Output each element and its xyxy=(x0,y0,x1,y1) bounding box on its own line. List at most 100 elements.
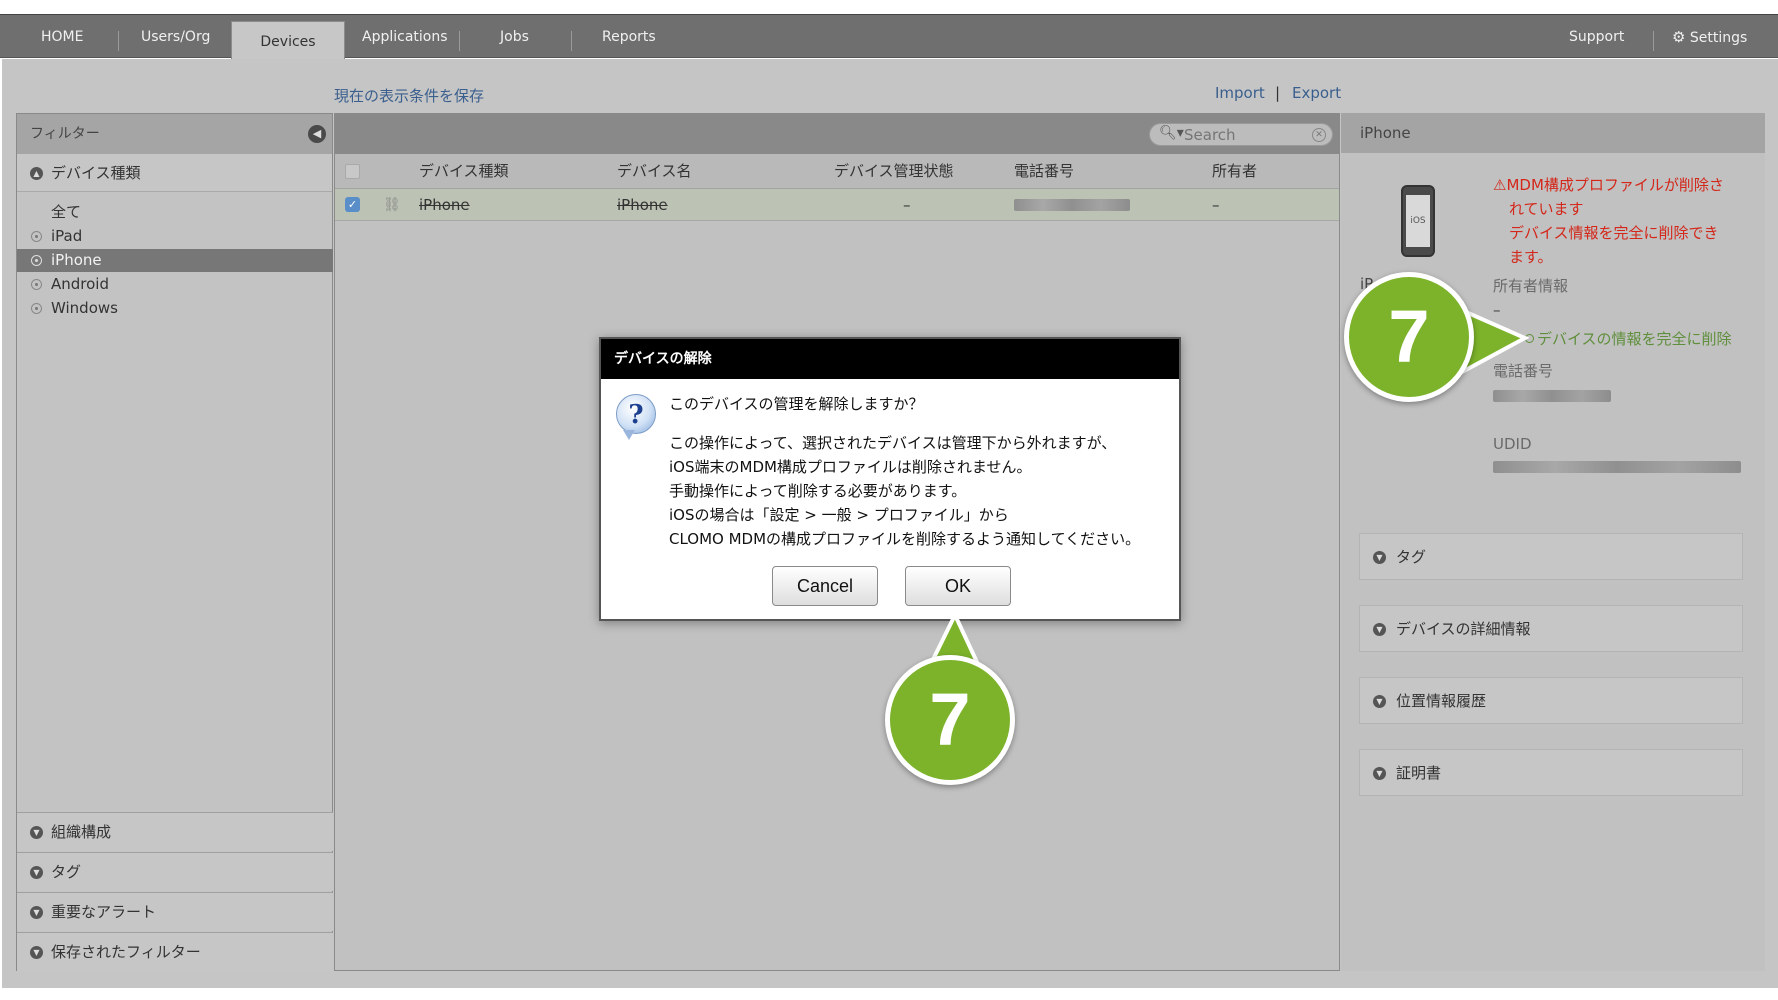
detail-title: iPhone xyxy=(1360,124,1411,142)
nav-jobs[interactable]: Jobs xyxy=(500,15,529,59)
chevron-down-icon: ▼ xyxy=(1373,551,1386,564)
detail-header: iPhone xyxy=(1341,113,1765,153)
dialog-message-line: iOSの場合は「設定 > 一般 > プロファイル」から xyxy=(669,506,1009,524)
chevron-down-icon: ▼ xyxy=(30,946,43,959)
filter-title: フィルター xyxy=(30,126,100,142)
accordion-label: 位置情報履歴 xyxy=(1396,692,1487,710)
release-device-dialog: デバイスの解除 ? このデバイスの管理を解除しますか？ この操作によって、選択さ… xyxy=(599,337,1181,621)
search-icon: 🔍︎▾ xyxy=(1159,125,1184,141)
dialog-message: この操作によって、選択されたデバイスは管理下から外れますが、 iOS端末のMDM… xyxy=(669,431,1174,551)
save-view-link[interactable]: 現在の表示条件を保存 xyxy=(334,85,484,106)
nav-home[interactable]: HOME xyxy=(41,15,83,59)
device-type-heading: デバイス種類 xyxy=(51,164,141,182)
filter-header: フィルター ◀ xyxy=(17,114,332,154)
chevron-down-icon: ▼ xyxy=(30,906,43,919)
ok-button[interactable]: OK xyxy=(905,566,1011,606)
dialog-message-line: 手動操作によって削除する必要があります。 xyxy=(669,482,967,500)
clear-icon[interactable]: ✕ xyxy=(1312,128,1326,142)
row-device-type: iPhone xyxy=(419,196,470,214)
nav-settings-label: Settings xyxy=(1689,30,1748,46)
accordion-tags[interactable]: ▼ タグ xyxy=(1359,533,1743,580)
radio-icon xyxy=(31,303,42,314)
nav-users-org[interactable]: Users/Org xyxy=(141,15,210,59)
warning-line: デバイス情報を完全に削除でき xyxy=(1509,224,1719,242)
filter-option-android[interactable]: Android xyxy=(17,273,333,296)
table-header: デバイス種類 デバイス名 デバイス管理状態 電話番号 所有者 xyxy=(335,154,1339,189)
nav-separator xyxy=(1653,31,1654,51)
warning-text: MDM構成プロファイルが削除さ xyxy=(1506,176,1724,194)
accordion-device-details[interactable]: ▼ デバイスの詳細情報 xyxy=(1359,605,1743,652)
owner-label: 所有者情報 xyxy=(1493,277,1569,295)
section-saved-filters[interactable]: ▼ 保存されたフィルター xyxy=(17,932,333,971)
column-device-name[interactable]: デバイス名 xyxy=(617,154,692,189)
question-icon: ? xyxy=(616,394,656,434)
section-label: 保存されたフィルター xyxy=(51,943,201,961)
chevron-down-icon: ▼ xyxy=(30,826,43,839)
search-input[interactable] xyxy=(1184,126,1304,144)
dialog-message-line: iOS端末のMDM構成プロファイルは削除されません。 xyxy=(669,458,1032,476)
nav-settings[interactable]: ⚙ Settings xyxy=(1672,15,1747,59)
column-management-status[interactable]: デバイス管理状態 xyxy=(834,154,954,189)
nav-separator xyxy=(118,31,119,51)
profile-deleted-warning: ⚠MDM構成プロファイルが削除さ れています デバイス情報を完全に削除でき ます… xyxy=(1493,173,1763,269)
filter-option-windows[interactable]: Windows xyxy=(17,297,333,320)
radio-icon xyxy=(31,231,42,242)
row-owner: – xyxy=(1212,196,1220,214)
phone-number-redacted xyxy=(1493,390,1611,402)
table-row[interactable]: ✓ ⛓ iPhone iPhone – – xyxy=(335,189,1339,221)
filter-option-all[interactable]: 全て xyxy=(17,201,333,224)
section-tags[interactable]: ▼ タグ xyxy=(17,852,333,891)
bullet-icon xyxy=(1525,334,1534,343)
export-link[interactable]: Export xyxy=(1292,84,1341,102)
list-toolbar: 🔍︎▾ ✕ xyxy=(335,114,1339,154)
nav-devices-tab[interactable]: Devices xyxy=(231,21,345,60)
row-phone-redacted xyxy=(1014,199,1130,211)
accordion-location-history[interactable]: ▼ 位置情報履歴 xyxy=(1359,677,1743,724)
nav-separator xyxy=(571,31,572,51)
filter-option-ipad[interactable]: iPad xyxy=(17,225,333,248)
section-label: タグ xyxy=(51,863,82,881)
warning-line: ⚠MDM構成プロファイルが削除さ xyxy=(1493,173,1763,197)
gear-icon: ⚙ xyxy=(1672,28,1686,46)
accordion-label: タグ xyxy=(1396,548,1427,566)
filter-option-iphone[interactable]: iPhone xyxy=(17,249,333,272)
dialog-message-line: この操作によって、選択されたデバイスは管理下から外れますが、 xyxy=(669,434,1117,452)
row-checkbox[interactable]: ✓ xyxy=(345,197,360,212)
section-label: 重要なアラート xyxy=(51,903,157,921)
section-org-structure[interactable]: ▼ 組織構成 xyxy=(17,812,333,851)
nav-reports[interactable]: Reports xyxy=(602,15,656,59)
delete-link-label: デバイスの情報を完全に削除 xyxy=(1537,330,1732,348)
column-phone-number[interactable]: 電話番号 xyxy=(1014,154,1074,189)
warning-icon: ⚠ xyxy=(1493,176,1507,194)
delete-device-info-link[interactable]: デバイスの情報を完全に削除 xyxy=(1525,328,1732,349)
column-owner[interactable]: 所有者 xyxy=(1212,154,1257,189)
row-management-status: – xyxy=(903,196,911,214)
filter-option-label: 全て xyxy=(51,203,82,221)
chevron-down-icon: ▼ xyxy=(1373,767,1386,780)
radio-icon xyxy=(31,279,42,290)
warning-line: れています xyxy=(1509,200,1584,218)
accordion-certificates[interactable]: ▼ 証明書 xyxy=(1359,749,1743,796)
nav-applications[interactable]: Applications xyxy=(362,15,448,59)
cancel-button[interactable]: Cancel xyxy=(772,566,878,606)
chevron-down-icon: ▼ xyxy=(1373,623,1386,636)
step-marker-ok: 7 xyxy=(885,655,1015,785)
device-type-section[interactable]: ▲ デバイス種類 xyxy=(17,154,332,192)
phone-screen: iOS xyxy=(1406,195,1430,247)
app-window: HOME Users/Org Devices Applications Jobs… xyxy=(0,0,1778,1000)
filter-option-label: Windows xyxy=(51,299,118,317)
section-label: 組織構成 xyxy=(51,823,112,841)
column-device-type[interactable]: デバイス種類 xyxy=(419,154,509,189)
search-box[interactable]: 🔍︎▾ ✕ xyxy=(1149,123,1333,146)
step-marker-detail: 7 xyxy=(1344,272,1474,402)
filter-panel: フィルター ◀ ▲ デバイス種類 全て iPad iPhone Android … xyxy=(16,113,333,971)
collapse-left-icon[interactable]: ◀ xyxy=(308,125,326,143)
section-important-alerts[interactable]: ▼ 重要なアラート xyxy=(17,892,333,931)
chevron-down-icon: ▼ xyxy=(30,866,43,879)
nav-support[interactable]: Support xyxy=(1569,15,1624,59)
select-all-checkbox[interactable] xyxy=(345,164,360,179)
import-link[interactable]: Import xyxy=(1215,84,1265,102)
dialog-question: このデバイスの管理を解除しますか？ xyxy=(669,395,924,413)
link-separator: | xyxy=(1275,84,1281,102)
chevron-up-icon: ▲ xyxy=(30,167,43,180)
